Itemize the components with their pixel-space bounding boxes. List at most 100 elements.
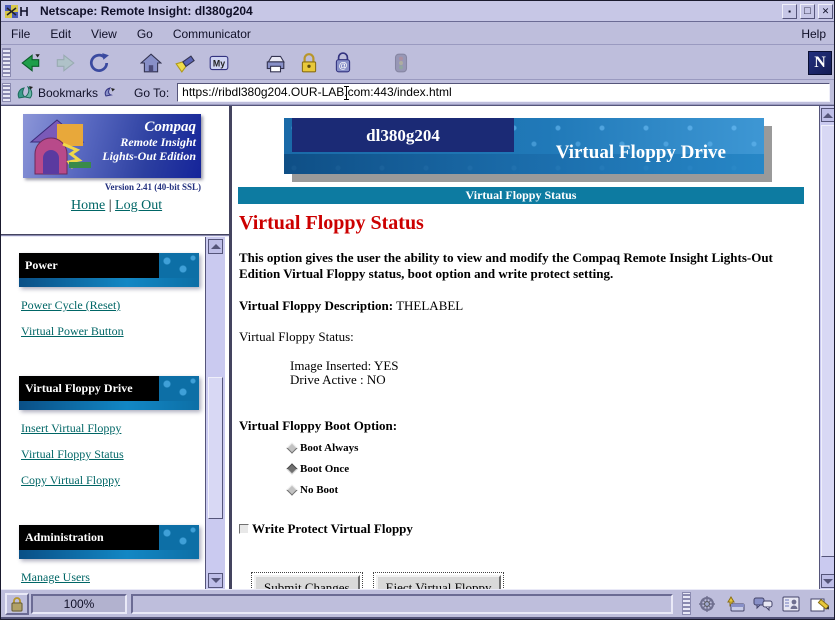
component-bar — [694, 592, 832, 616]
logo-brand: Compaq — [102, 119, 196, 136]
sidebar-nav-frame: Power Power Cycle (Reset) Virtual Power … — [1, 237, 205, 590]
boot-option-radio-0[interactable]: Boot Always — [288, 440, 809, 455]
url-input[interactable]: https://ribdl380g204.OUR-LAB.com:443/ind… — [177, 83, 830, 102]
home-button[interactable] — [134, 49, 168, 77]
logo-line1: Remote Insight — [102, 136, 196, 150]
radio-diamond-icon — [286, 463, 297, 474]
text-caret — [346, 86, 347, 100]
sidebar-scrollbar[interactable] — [205, 237, 225, 590]
search-button[interactable] — [168, 49, 202, 77]
chat-bubbles-icon — [753, 595, 773, 613]
sidebar-link-virtual-floppy-status[interactable]: Virtual Floppy Status — [21, 447, 205, 462]
print-button[interactable] — [258, 49, 292, 77]
logout-link[interactable]: Log Out — [115, 198, 162, 213]
forward-button[interactable] — [48, 49, 82, 77]
status-lock-icon — [10, 596, 24, 612]
goto-label: Go To: — [124, 86, 177, 100]
inbox-icon — [725, 595, 745, 613]
write-protect-row[interactable]: Write Protect Virtual Floppy — [239, 521, 809, 537]
menu-communicator[interactable]: Communicator — [163, 24, 261, 44]
composer-pen-icon — [809, 595, 829, 613]
section-header-administration: Administration — [19, 525, 199, 559]
window-menu-icon[interactable] — [4, 4, 34, 19]
my-netscape-icon: My — [208, 52, 230, 74]
section-gap — [19, 350, 205, 376]
sidebar-link-insert-virtual-floppy[interactable]: Insert Virtual Floppy — [21, 421, 205, 436]
menu-view[interactable]: View — [81, 24, 127, 44]
security-button[interactable] — [292, 49, 326, 77]
url-text: https://ribdl380g204.OUR-LAB.com:443/ind… — [182, 85, 451, 99]
sidebar-scroll-thumb[interactable] — [208, 377, 223, 519]
location-grip[interactable] — [2, 83, 11, 102]
menu-go[interactable]: Go — [127, 24, 163, 44]
toolbar-grip[interactable] — [2, 48, 11, 77]
sidebar-link-manage-users[interactable]: Manage Users — [21, 570, 205, 585]
main-frame: dl380g204 Virtual Floppy Drive Virtual F… — [232, 106, 819, 590]
reload-icon — [88, 52, 110, 74]
description-label: Virtual Floppy Description: — [239, 298, 393, 313]
main-scroll-thumb[interactable] — [821, 125, 835, 557]
address-book-button[interactable] — [778, 592, 804, 616]
discussions-button[interactable] — [750, 592, 776, 616]
navigator-button[interactable] — [694, 592, 720, 616]
scroll-up-icon[interactable] — [208, 239, 223, 254]
minimize-button[interactable] — [782, 4, 797, 19]
home-link[interactable]: Home — [71, 198, 105, 213]
page-heading: Virtual Floppy Status — [239, 212, 809, 235]
security-status-button[interactable] — [5, 593, 29, 615]
description-value: THELABEL — [396, 298, 463, 313]
radio-diamond-icon — [286, 484, 297, 495]
mailbox-button[interactable] — [722, 592, 748, 616]
reload-button[interactable] — [82, 49, 116, 77]
shop-button[interactable]: @ — [326, 49, 360, 77]
banner-page-title: Virtual Floppy Drive — [556, 142, 726, 164]
netscape-logo[interactable]: N — [808, 51, 832, 75]
eject-virtual-floppy-button[interactable]: Eject Virtual Floppy — [376, 575, 502, 590]
bookmark-drop-icon — [102, 86, 116, 100]
menu-bar: File Edit View Go Communicator Help — [1, 23, 835, 45]
scroll-down-icon[interactable] — [821, 574, 835, 588]
sidebar-link-virtual-power-button[interactable]: Virtual Power Button — [21, 324, 205, 339]
component-bar-grip[interactable] — [682, 592, 691, 615]
bookmark-icon — [16, 85, 34, 101]
close-button[interactable] — [818, 4, 833, 19]
my-netscape-button[interactable]: My — [202, 49, 236, 77]
write-protect-label: Write Protect Virtual Floppy — [252, 521, 413, 537]
composer-button[interactable] — [806, 592, 832, 616]
scroll-up-icon[interactable] — [821, 108, 835, 122]
title-bar[interactable]: Netscape: Remote Insight: dl380g204 — [1, 1, 835, 22]
session-links: Home | Log Out — [71, 198, 162, 214]
stop-button[interactable] — [384, 49, 418, 77]
menu-edit[interactable]: Edit — [40, 24, 81, 44]
back-button[interactable] — [14, 49, 48, 77]
status-label: Virtual Floppy Status: — [239, 329, 809, 345]
menu-help[interactable]: Help — [791, 24, 835, 44]
link-separator: | — [109, 198, 112, 213]
main-scrollbar[interactable] — [819, 106, 835, 590]
flashlight-icon — [174, 52, 196, 74]
section-header-strip — [19, 550, 199, 559]
stop-icon — [390, 52, 412, 74]
boot-option-radio-2[interactable]: No Boot — [288, 482, 809, 497]
ship-wheel-icon — [697, 595, 717, 613]
address-book-icon — [781, 595, 801, 613]
scroll-down-icon[interactable] — [208, 573, 223, 588]
printer-icon — [264, 52, 286, 74]
status-lines: Image Inserted: YES Drive Active : NO — [290, 359, 809, 389]
section-header-strip — [19, 401, 199, 410]
boot-option-radio-1[interactable]: Boot Once — [288, 461, 809, 476]
maximize-button[interactable] — [800, 4, 815, 19]
section-header-cap — [159, 253, 199, 278]
section-header-power: Power — [19, 253, 199, 287]
lock-icon — [298, 52, 320, 74]
version-label: Version 2.41 (40-bit SSL) — [105, 182, 201, 192]
sidebar-link-power-cycle[interactable]: Power Cycle (Reset) — [21, 298, 205, 313]
section-header-virtual-floppy: Virtual Floppy Drive — [19, 376, 199, 410]
navigation-toolbar: My @ N — [1, 46, 835, 80]
submit-changes-button[interactable]: Submit Changes — [254, 575, 360, 590]
write-protect-checkbox[interactable] — [239, 524, 249, 534]
bookmarks-button[interactable]: Bookmarks — [14, 85, 124, 101]
menu-file[interactable]: File — [1, 24, 40, 44]
sidebar-link-copy-virtual-floppy[interactable]: Copy Virtual Floppy — [21, 473, 205, 488]
location-bar: Bookmarks Go To: https://ribdl380g204.OU… — [1, 81, 835, 105]
